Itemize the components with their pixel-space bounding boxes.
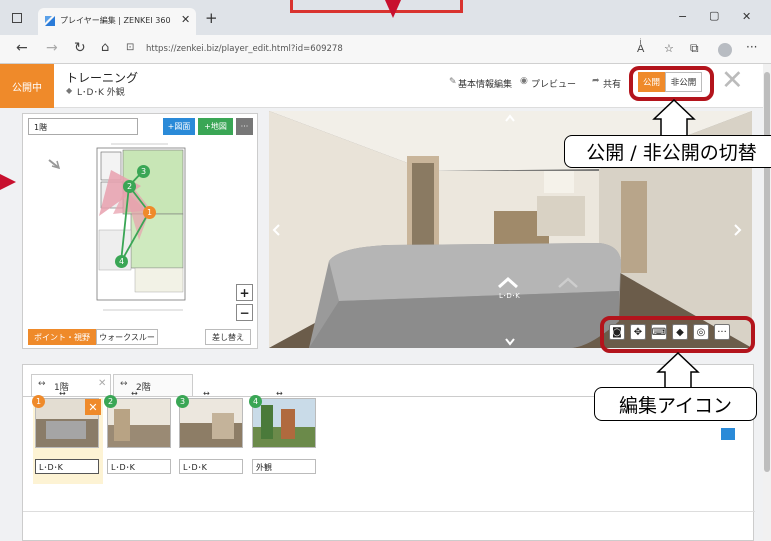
replace-button[interactable]: 差し替え — [205, 329, 251, 345]
home-icon[interactable]: ⌂ — [101, 40, 109, 55]
expand-icon: ↔ — [38, 379, 46, 389]
forward-icon[interactable]: → — [46, 40, 58, 56]
annotation-highlight-toggle — [629, 66, 714, 101]
floor-name-input[interactable]: 1階 — [28, 118, 138, 135]
annotation-highlight-edit-icons — [600, 316, 755, 353]
tags-text: L･D･K 外観 — [77, 88, 125, 98]
floorplan-panel: 1階 +図面 +地図 ··· 3 2 1 4 + − ポイント・視野 ウォークス… — [22, 113, 258, 349]
window-close-button[interactable]: ✕ — [742, 10, 751, 23]
scene-badge-2: 2 — [104, 395, 117, 408]
profile-avatar[interactable] — [718, 43, 732, 57]
add-plan-button[interactable]: +図面 — [163, 118, 195, 135]
scene-name-input-2[interactable]: L･D･K — [107, 459, 171, 474]
map-point-1[interactable]: 1 — [143, 206, 156, 219]
drag-handle-icon[interactable]: ↔ — [131, 389, 138, 398]
new-tab-button[interactable]: + — [205, 9, 218, 27]
floor-tab-2[interactable]: ↔ 2階 — [113, 374, 193, 396]
zoom-in-button[interactable]: + — [236, 284, 253, 301]
annotation-label-edit-icons: 編集アイコン — [594, 387, 757, 421]
delete-scene-button[interactable]: ✕ — [85, 399, 101, 415]
annotation-callout-arrow-icon — [656, 352, 700, 388]
hotspot-label[interactable]: L･D･K — [499, 291, 520, 301]
status-badge: 公開中 — [0, 64, 54, 108]
scene-badge-3: 3 — [176, 395, 189, 408]
pencil-icon: ✎ — [449, 77, 457, 87]
tab-title: プレイヤー編集 | ZENKEI 360 — [60, 16, 171, 25]
add-map-button[interactable]: +地図 — [198, 118, 233, 135]
drag-handle-icon[interactable]: ↔ — [59, 389, 66, 398]
url-field[interactable]: ⊡ https://zenkei.biz/player_edit.html?id… — [120, 39, 590, 61]
scene-badge-4: 4 — [249, 395, 262, 408]
floor-tab-1[interactable]: ↔ 1階 ✕ — [31, 374, 111, 396]
window-minimize-button[interactable]: − — [678, 10, 687, 23]
tab-actions-icon[interactable] — [12, 13, 22, 23]
annotation-arrow-icon — [0, 174, 16, 190]
zoom-out-button[interactable]: − — [236, 304, 253, 321]
browser-menu-icon[interactable]: ··· — [746, 40, 757, 54]
browser-tab[interactable]: プレイヤー編集 | ZENKEI 360 ✕ — [38, 8, 196, 35]
back-icon[interactable]: ← — [16, 40, 28, 56]
share-button[interactable]: 共有 — [603, 77, 621, 90]
scene-name-input-3[interactable]: L･D･K — [179, 459, 243, 474]
tag-icon: ◆ — [66, 86, 73, 95]
mode-point-view-button[interactable]: ポイント・視野 — [28, 329, 96, 345]
scene-name-input-1[interactable]: L･D･K — [35, 459, 99, 474]
read-aloud-icon[interactable]: Aͥ — [637, 42, 644, 55]
address-bar: ← → ↻ ⌂ ⊡ https://zenkei.biz/player_edit… — [0, 35, 771, 64]
annotation-arrow-icon — [385, 0, 401, 18]
scene-thumbnail-4[interactable] — [252, 398, 316, 448]
scene-badge-1: 1 — [32, 395, 45, 408]
drag-handle-icon[interactable]: ↔ — [276, 389, 283, 398]
collections-icon[interactable]: ⧉ — [690, 41, 699, 56]
map-point-4[interactable]: 4 — [115, 255, 128, 268]
expand-icon: ↔ — [120, 379, 128, 389]
add-scene-tab[interactable] — [721, 428, 735, 440]
scene-thumbnail-2[interactable] — [107, 398, 171, 448]
tab-close-icon[interactable]: ✕ — [181, 13, 190, 26]
scene-name-input-4[interactable]: 外観 — [252, 459, 316, 474]
lock-icon: ⊡ — [126, 42, 135, 53]
eye-icon: ◉ — [520, 76, 528, 86]
scene-thumbnail-3[interactable] — [179, 398, 243, 448]
window-maximize-button[interactable]: ▢ — [709, 9, 719, 22]
refresh-icon[interactable]: ↻ — [74, 40, 86, 56]
floor-tab-close-icon[interactable]: ✕ — [98, 378, 106, 389]
close-editor-icon[interactable]: ✕ — [721, 65, 744, 96]
annotation-label-toggle: 公開 / 非公開の切替 — [564, 135, 771, 168]
map-point-2[interactable]: 2 — [123, 180, 136, 193]
floor-tab-2-label: 2階 — [136, 383, 151, 393]
annotation-callout-arrow-icon — [652, 99, 696, 135]
scrollbar-thumb[interactable] — [764, 72, 770, 472]
share-icon: ➦ — [592, 76, 600, 86]
map-point-3[interactable]: 3 — [137, 165, 150, 178]
mode-walkthrough-button[interactable]: ウォークスルー — [96, 329, 158, 345]
zenkei-favicon-icon — [45, 16, 55, 26]
preview-button[interactable]: プレビュー — [531, 77, 576, 90]
url-text: https://zenkei.biz/player_edit.html?id=6… — [146, 44, 343, 54]
edit-basic-button[interactable]: 基本情報編集 — [458, 77, 512, 90]
list-divider — [23, 511, 755, 512]
page-title: トレーニング — [66, 71, 139, 85]
favorites-icon[interactable]: ☆ — [664, 42, 674, 55]
map-more-button[interactable]: ··· — [236, 118, 253, 135]
drag-handle-icon[interactable]: ↔ — [203, 389, 210, 398]
annotation-top-frame — [290, 0, 463, 13]
